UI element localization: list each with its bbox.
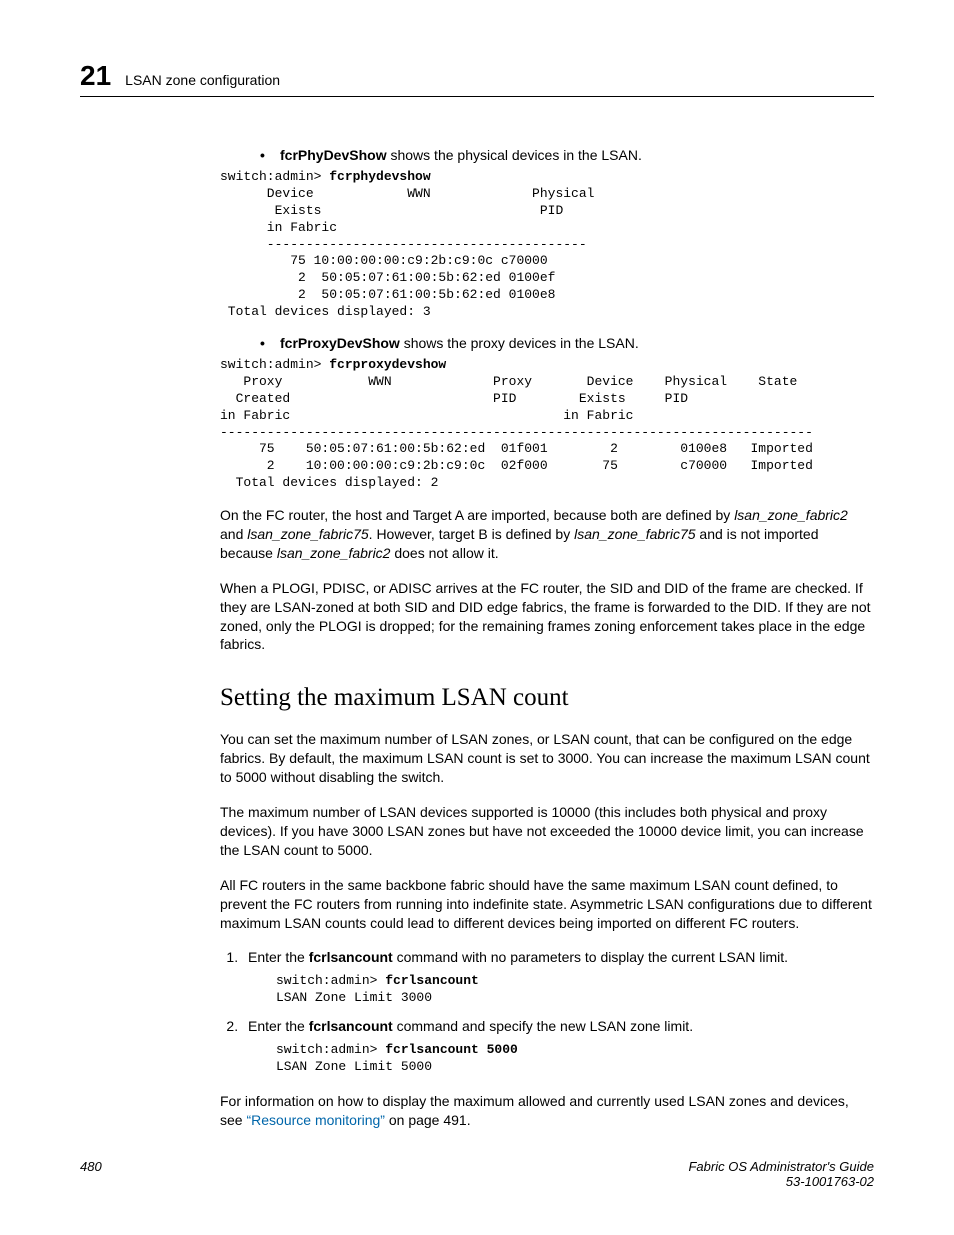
step-code: switch:admin> fcrlsancountLSAN Zone Limi… (276, 973, 874, 1007)
content-area: • fcrPhyDevShow shows the physical devic… (220, 147, 874, 492)
page-header: 21 LSAN zone configuration (80, 60, 874, 97)
paragraph: On the FC router, the host and Target A … (220, 506, 874, 563)
italic-term: lsan_zone_fabric2 (277, 545, 391, 561)
bullet-dot: • (260, 335, 280, 351)
chapter-title: LSAN zone configuration (125, 72, 280, 88)
code-block-phydev: switch:admin> fcrphydevshow Device WWN P… (220, 169, 874, 321)
step-item: Enter the fcrlsancount command with no p… (242, 948, 874, 1007)
chapter-number: 21 (80, 60, 111, 92)
body-text: On the FC router, the host and Target A … (220, 506, 874, 1129)
code-block-proxydev: switch:admin> fcrproxydevshow Proxy WWN … (220, 357, 874, 492)
italic-term: lsan_zone_fabric75 (574, 526, 695, 542)
code-command: fcrlsancount (385, 973, 479, 988)
step-code: switch:admin> fcrlsancount 5000LSAN Zone… (276, 1042, 874, 1076)
code-prompt: switch:admin> (220, 169, 329, 184)
page-footer: 480 Fabric OS Administrator's Guide 53-1… (80, 1159, 874, 1189)
paragraph: For information on how to display the ma… (220, 1092, 874, 1130)
section-heading: Setting the maximum LSAN count (220, 684, 874, 712)
doc-title: Fabric OS Administrator's Guide (688, 1159, 874, 1174)
ordered-steps: Enter the fcrlsancount command with no p… (220, 948, 874, 1075)
command-name: fcrlsancount (309, 949, 393, 965)
bullet-text: fcrProxyDevShow shows the proxy devices … (280, 335, 639, 351)
step-item: Enter the fcrlsancount command and speci… (242, 1017, 874, 1076)
bullet-item: • fcrPhyDevShow shows the physical devic… (260, 147, 874, 163)
command-name: fcrPhyDevShow (280, 147, 387, 163)
italic-term: lsan_zone_fabric75 (247, 526, 368, 542)
code-output: Device WWN Physical Exists PID in Fabric… (220, 186, 594, 319)
code-command: fcrphydevshow (329, 169, 430, 184)
page-number: 480 (80, 1159, 102, 1189)
command-name: fcrProxyDevShow (280, 335, 400, 351)
paragraph: When a PLOGI, PDISC, or ADISC arrives at… (220, 579, 874, 655)
code-output: LSAN Zone Limit 5000 (276, 1059, 432, 1074)
code-command: fcrlsancount 5000 (385, 1042, 518, 1057)
paragraph: The maximum number of LSAN devices suppo… (220, 803, 874, 860)
command-name: fcrlsancount (309, 1018, 393, 1034)
footer-right: Fabric OS Administrator's Guide 53-10017… (688, 1159, 874, 1189)
paragraph: All FC routers in the same backbone fabr… (220, 876, 874, 933)
code-prompt: switch:admin> (220, 357, 329, 372)
bullet-text: fcrPhyDevShow shows the physical devices… (280, 147, 642, 163)
bullet-desc: shows the proxy devices in the LSAN. (400, 335, 639, 351)
code-output: LSAN Zone Limit 3000 (276, 990, 432, 1005)
italic-term: lsan_zone_fabric2 (734, 507, 848, 523)
code-output: Proxy WWN Proxy Device Physical State Cr… (220, 374, 813, 490)
bullet-item: • fcrProxyDevShow shows the proxy device… (260, 335, 874, 351)
code-command: fcrproxydevshow (329, 357, 446, 372)
cross-reference-link[interactable]: “Resource monitoring” (246, 1112, 385, 1128)
bullet-desc: shows the physical devices in the LSAN. (387, 147, 642, 163)
doc-number: 53-1001763-02 (688, 1174, 874, 1189)
bullet-dot: • (260, 147, 280, 163)
paragraph: You can set the maximum number of LSAN z… (220, 730, 874, 787)
